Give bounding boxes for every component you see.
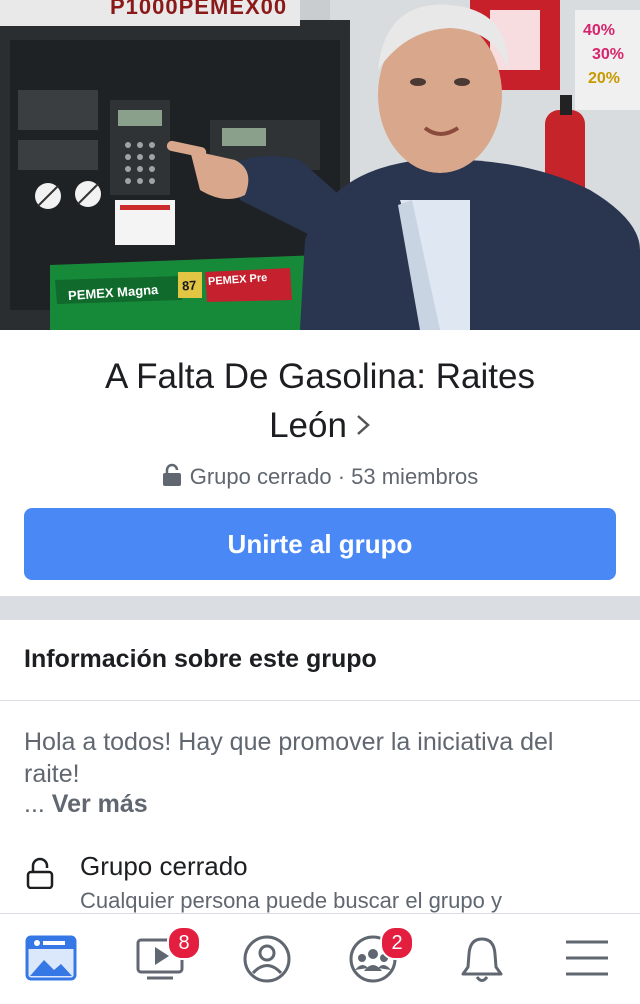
privacy-description: Cualquier persona puede buscar el grupo … [80,888,502,913]
notifications-icon [458,937,506,988]
see-more-ellipsis: ... [24,790,45,818]
privacy-title: Grupo cerrado [80,851,248,881]
watch-badge: 8 [167,926,201,960]
menu-icon [562,940,612,986]
cover-pump-octane: 87 [181,277,197,294]
tab-watch[interactable]: 8 [135,926,201,986]
cover-price-tag: 20% [588,70,621,87]
cover-price-tag: 40% [583,22,616,39]
group-members-count[interactable]: 53 miembros [351,464,478,489]
separator-line [0,700,640,701]
group-cover-photo: P1000PEMEX00 PEMEX Magna 87 PEMEX Pre 40… [0,0,640,330]
section-divider [0,596,640,620]
chevron-right-icon [355,411,371,444]
group-title-line2: León [269,406,347,445]
tab-profile[interactable] [242,934,302,986]
group-title-line1: A Falta De Gasolina: Raites [105,357,535,396]
tab-news-feed[interactable] [24,934,84,986]
unlocked-padlock-icon [26,857,54,894]
profile-icon [242,935,292,988]
bottom-tab-bar: 8 2 [0,913,640,1004]
tab-notifications[interactable] [458,934,518,986]
lock-icon [162,463,182,493]
group-title[interactable]: A Falta De Gasolina: Raites León [40,352,600,452]
tab-groups[interactable]: 2 [348,926,414,988]
cover-price-tag: 30% [592,46,625,63]
join-group-button[interactable]: Unirte al grupo [24,508,616,580]
group-description: Hola a todos! Hay que promover la inicia… [24,728,554,788]
news-feed-icon [24,935,78,986]
groups-badge: 2 [380,926,414,960]
about-section-heading: Información sobre este grupo [24,645,377,673]
tab-menu[interactable] [562,934,622,986]
groups-icon [348,935,398,988]
watch-icon [135,938,187,986]
cover-illustration [0,0,640,330]
see-more-row: ... Ver más [24,790,148,819]
cover-brand-text: P1000PEMEX00 [110,0,288,19]
see-more-link[interactable]: Ver más [52,790,148,818]
meta-separator: · [337,464,346,489]
group-privacy: Grupo cerrado [189,464,332,489]
group-meta: Grupo cerrado · 53 miembros [0,463,640,493]
